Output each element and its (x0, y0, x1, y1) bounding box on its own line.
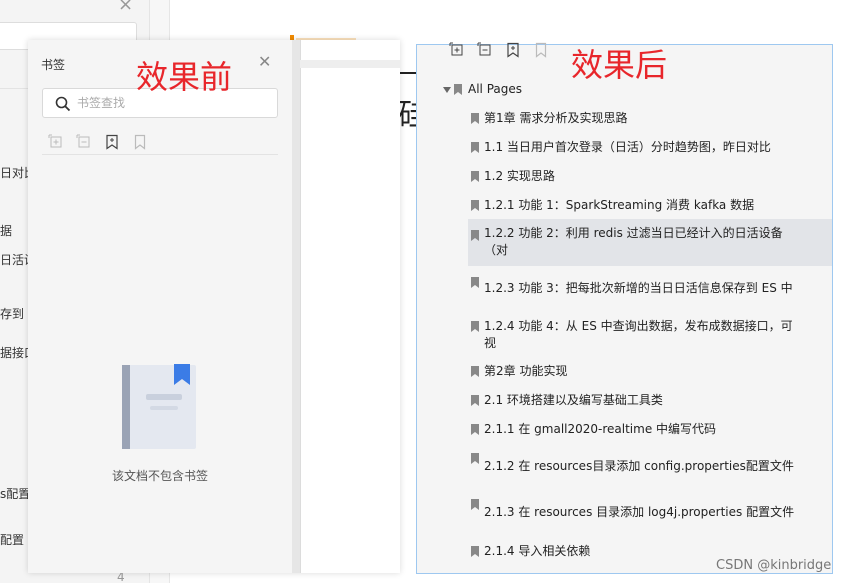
tree-item[interactable]: 2.1 环境搭建以及编写基础工具类 (417, 391, 832, 411)
empty-state-text: 该文档不包含书签 (111, 469, 208, 483)
watermark: CSDN @kinbridge (716, 558, 832, 573)
background-fragment: s配置 (0, 487, 31, 501)
tree-item[interactable]: 第2章 功能实现 (417, 362, 832, 382)
bookmark-icon (471, 200, 479, 211)
bookmark-icon (471, 424, 479, 435)
bookmark-icon (471, 321, 479, 332)
tree-item[interactable]: 2.1.1 在 gmall2020-realtime 中编写代码 (417, 420, 832, 440)
bookmark-icon (471, 142, 479, 153)
bookmark-icon (471, 395, 479, 406)
bookmark-icon[interactable] (132, 134, 148, 150)
tree-item[interactable]: 第1章 需求分析及实现思路 (417, 109, 832, 129)
bookmark-icon (471, 113, 479, 124)
tree-item-selected[interactable]: 1.2.2 功能 2：利用 redis 过滤当日已经计入的日活设备（对 (468, 219, 832, 266)
toolbar-divider (42, 154, 278, 155)
close-icon[interactable]: ✕ (258, 52, 271, 71)
before-label: 效果前 (136, 58, 233, 96)
tree-item-label: 1.2 实现思路 (484, 169, 555, 183)
tree-item-label: 1.2.3 功能 3：把每批次新增的当日日活信息保存到 ES 中 (484, 281, 793, 295)
collapse-arrow-icon[interactable] (443, 87, 451, 93)
tree-item-label: 2.1.1 在 gmall2020-realtime 中编写代码 (484, 422, 717, 436)
tree-item-label: 2.1.2 在 resources目录添加 config.properties配… (484, 459, 794, 473)
bookmark-icon (471, 453, 479, 464)
tree-item-label: 1.2.2 功能 2：利用 redis 过滤当日已经计入的日活设备（对 (484, 226, 783, 257)
tree-item[interactable]: 1.2.1 功能 1：SparkStreaming 消费 kafka 数据 (417, 196, 832, 216)
tree-item[interactable]: 1.1 当日用户首次登录（日活）分时趋势图，昨日对比 (417, 138, 832, 158)
bookmark-sidebar (28, 40, 292, 573)
expand-all-icon[interactable] (48, 134, 64, 150)
tree-item-label: 2.1 环境搭建以及编写基础工具类 (484, 393, 663, 407)
tree-root-label: All Pages (468, 82, 522, 96)
collapse-all-icon[interactable] (477, 42, 493, 58)
bookmark-icon (471, 171, 479, 182)
bookmark-icon (471, 499, 479, 510)
tree-item[interactable]: 1.2.3 功能 3：把每批次新增的当日日活信息保存到 ES 中 (417, 275, 832, 305)
tree-item[interactable]: 2.1.2 在 resources目录添加 config.properties配… (417, 451, 832, 477)
bookmark-icon (471, 230, 479, 241)
empty-bookmark-icon (122, 364, 198, 454)
bookmark-panel-before: 书签 ✕ 该文档不包含书签 (28, 40, 400, 573)
expand-all-icon[interactable] (449, 42, 465, 58)
page-preview (300, 40, 400, 573)
tree-item-label: 2.1.3 在 resources 目录添加 log4j.properties … (484, 505, 795, 519)
page-preview-header (300, 60, 400, 68)
add-bookmark-icon[interactable] (104, 134, 120, 150)
collapse-all-icon[interactable] (76, 134, 92, 150)
tree-item-label: 1.2.1 功能 1：SparkStreaming 消费 kafka 数据 (484, 198, 755, 212)
tree-item[interactable]: 1.2 实现思路 (417, 167, 832, 187)
background-fragment: 据 (0, 224, 13, 238)
after-label: 效果后 (571, 46, 668, 84)
bookmark-icon (454, 84, 462, 95)
tree-item-label: 第1章 需求分析及实现思路 (484, 111, 628, 125)
tree-item-label: 2.1.4 导入相关依赖 (484, 544, 591, 558)
tree-item[interactable]: 1.2.4 功能 4：从 ES 中查询出数据，发布成数据接口，可视 (417, 317, 832, 355)
sidebar-gutter[interactable] (292, 40, 300, 573)
bookmark-icon[interactable] (533, 42, 549, 58)
tree-item[interactable]: 2.1.3 在 resources 目录添加 log4j.properties … (417, 497, 832, 523)
background-close-icon: × (118, 0, 134, 15)
search-icon (55, 96, 71, 116)
background-fragment: 配置 (0, 533, 25, 547)
bookmark-icon (471, 366, 479, 377)
tree-item-label: 1.1 当日用户首次登录（日活）分时趋势图，昨日对比 (484, 140, 771, 154)
tree-item-label: 第2章 功能实现 (484, 364, 568, 378)
bookmark-icon (471, 546, 479, 557)
panel-title: 书签 (41, 58, 66, 72)
bookmark-panel-after: All Pages 第1章 需求分析及实现思路 1.1 当日用户首次登录（日活）… (416, 42, 833, 574)
add-bookmark-icon[interactable] (505, 42, 521, 58)
tree-item-label: 1.2.4 功能 4：从 ES 中查询出数据，发布成数据接口，可视 (484, 319, 793, 350)
bookmark-icon (471, 277, 479, 288)
